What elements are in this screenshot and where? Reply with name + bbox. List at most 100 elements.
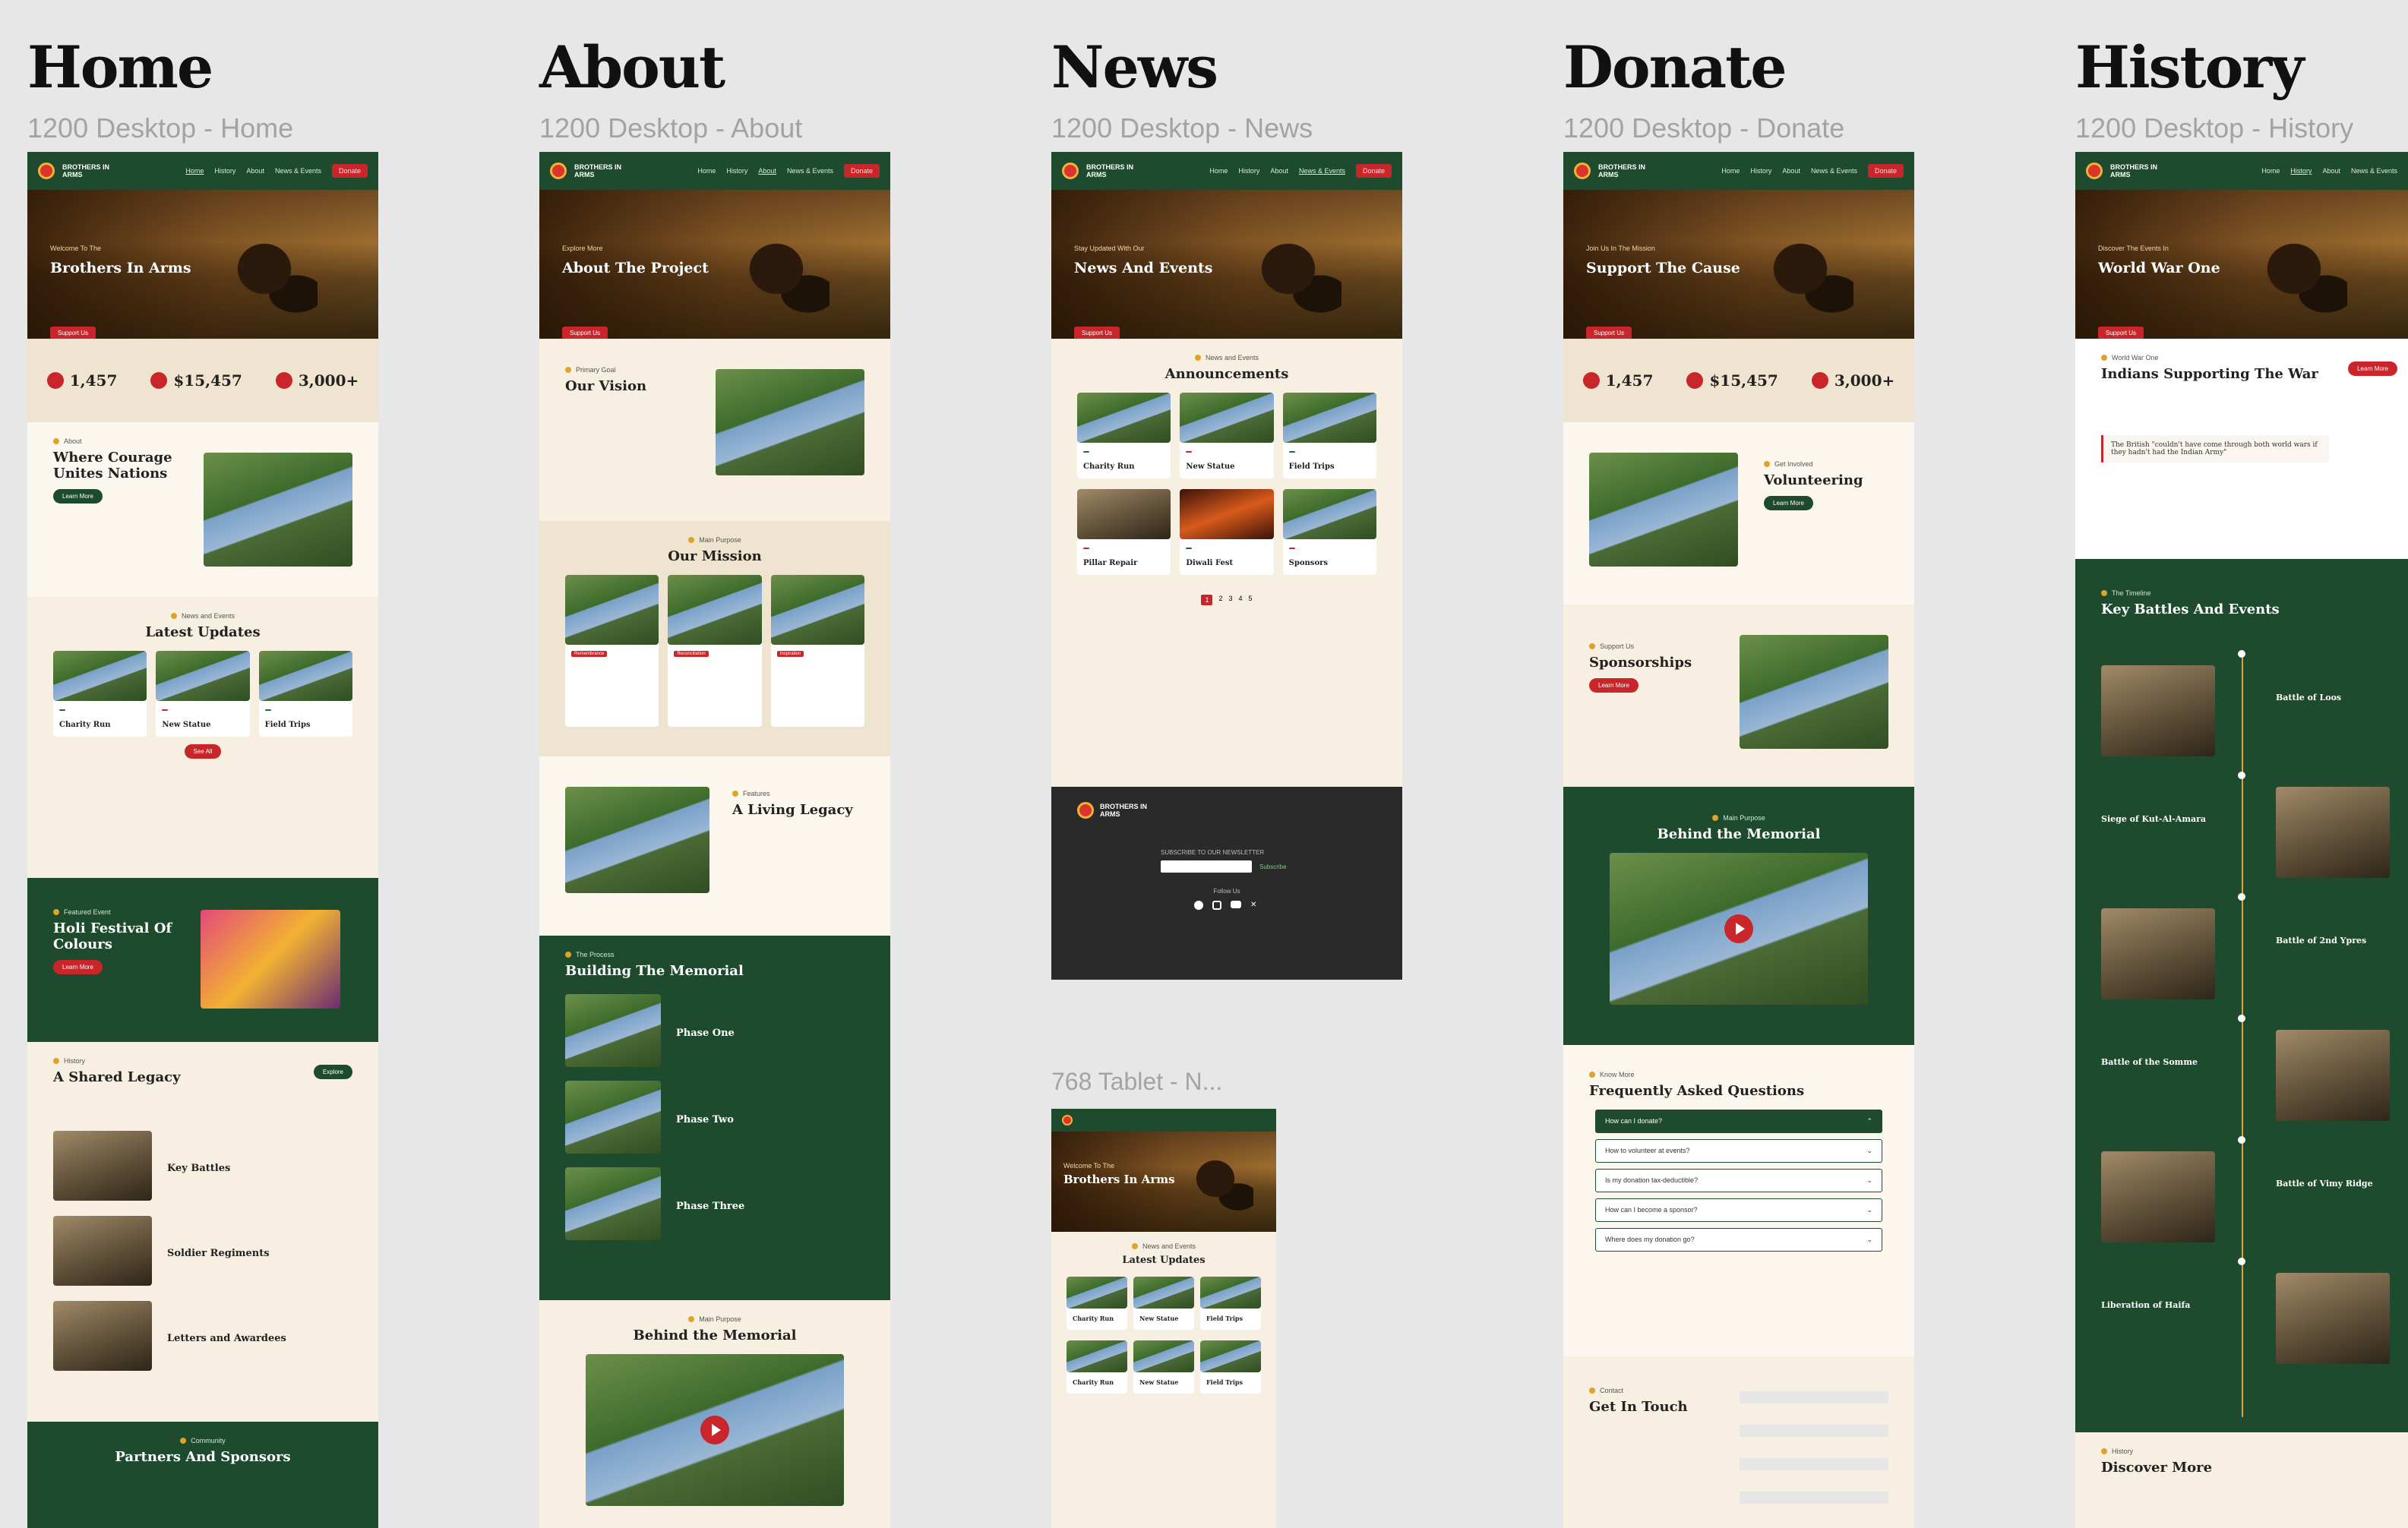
- faq-item[interactable]: How can I donate? ⌃: [1595, 1110, 1882, 1133]
- page-button[interactable]: 3: [1228, 595, 1232, 605]
- nav-bar: [1051, 1109, 1276, 1132]
- tablet-frame[interactable]: Welcome To The Brothers In Arms News and…: [1051, 1109, 1276, 1528]
- memorial-video[interactable]: [1610, 853, 1868, 1005]
- nav-history[interactable]: History: [1238, 167, 1259, 175]
- nav-donate-button[interactable]: Donate: [843, 164, 880, 178]
- news-card[interactable]: Field Trips: [1200, 1277, 1261, 1330]
- explore-button[interactable]: Explore: [313, 1065, 352, 1079]
- section-title: Latest Updates: [145, 624, 261, 640]
- news-card[interactable]: Charity Run: [1067, 1277, 1127, 1330]
- nav-donate-button[interactable]: Donate: [1867, 164, 1904, 178]
- email-field[interactable]: [1740, 1425, 1888, 1437]
- x-icon[interactable]: ✕: [1250, 901, 1259, 910]
- play-icon[interactable]: [700, 1416, 729, 1444]
- nav-about[interactable]: About: [1782, 167, 1800, 175]
- support-button[interactable]: Support Us: [1586, 327, 1632, 339]
- page-button[interactable]: 4: [1239, 595, 1243, 605]
- nav-donate-button[interactable]: Donate: [331, 164, 368, 178]
- nav-home[interactable]: Home: [697, 167, 716, 175]
- news-card[interactable]: Charity Run: [1067, 1340, 1127, 1394]
- learn-more-button[interactable]: Learn More: [53, 489, 103, 504]
- about-frame[interactable]: BROTHERS IN ARMS Home History About News…: [539, 152, 890, 1528]
- support-button[interactable]: Support Us: [2098, 327, 2144, 339]
- phase-title: Phase One: [676, 1027, 735, 1039]
- battle-photo: [2276, 1030, 2390, 1121]
- news-card[interactable]: Charity Run: [53, 651, 147, 737]
- faq-item[interactable]: Where does my donation go? ⌄: [1595, 1228, 1882, 1252]
- nav-history[interactable]: History: [726, 167, 747, 175]
- learn-more-button[interactable]: Learn More: [2348, 361, 2397, 376]
- donate-frame[interactable]: BROTHERS IN ARMS Home History About News…: [1563, 152, 1914, 1528]
- nav-home[interactable]: Home: [185, 167, 204, 175]
- news-card[interactable]: New Statue: [1133, 1277, 1194, 1330]
- news-card[interactable]: Diwali Fest: [1180, 489, 1274, 575]
- nav-donate-button[interactable]: Donate: [1355, 164, 1392, 178]
- news-card[interactable]: Pillar Repair: [1077, 489, 1171, 575]
- faq-item[interactable]: How can I become a sponsor? ⌄: [1595, 1198, 1882, 1222]
- page-button[interactable]: 1: [1201, 595, 1213, 605]
- nav-about[interactable]: About: [758, 167, 776, 175]
- nav-news[interactable]: News & Events: [1299, 167, 1345, 175]
- nav-history[interactable]: History: [214, 167, 235, 175]
- nav-home[interactable]: Home: [1721, 167, 1740, 175]
- news-card[interactable]: New Statue: [1180, 393, 1274, 478]
- subscribe-button[interactable]: Subscribe: [1259, 863, 1287, 870]
- play-icon[interactable]: [1724, 914, 1753, 943]
- nav-news[interactable]: News & Events: [1811, 167, 1857, 175]
- support-button[interactable]: Support Us: [50, 327, 96, 339]
- nav-history[interactable]: History: [2290, 167, 2312, 175]
- history-item[interactable]: Key Battles: [53, 1131, 352, 1201]
- message-field[interactable]: [1740, 1492, 1888, 1504]
- nav-home[interactable]: Home: [1209, 167, 1228, 175]
- page-button[interactable]: 5: [1249, 595, 1253, 605]
- facebook-icon[interactable]: [1194, 901, 1203, 910]
- card-image: [1200, 1277, 1261, 1309]
- news-card[interactable]: Charity Run: [1077, 393, 1171, 478]
- instagram-icon[interactable]: [1212, 901, 1221, 910]
- battle-item[interactable]: Battle of Loos: [2101, 665, 2397, 787]
- nav-news[interactable]: News & Events: [2351, 167, 2397, 175]
- news-card[interactable]: New Statue: [1133, 1340, 1194, 1394]
- memorial-video[interactable]: [586, 1354, 844, 1506]
- faq-item[interactable]: How to volunteer at events? ⌄: [1595, 1139, 1882, 1163]
- see-all-button[interactable]: See All: [184, 744, 222, 759]
- news-card[interactable]: New Statue: [156, 651, 250, 737]
- column-title: Donate: [1563, 33, 1787, 101]
- page-button[interactable]: 2: [1218, 595, 1222, 605]
- support-button[interactable]: Support Us: [562, 327, 608, 339]
- hero-title: Brothers In Arms: [50, 260, 191, 276]
- nav-news[interactable]: News & Events: [787, 167, 833, 175]
- support-button[interactable]: Support Us: [1074, 327, 1120, 339]
- history-frame[interactable]: BROTHERS IN ARMS Home History About News…: [2075, 152, 2408, 1528]
- news-card[interactable]: Sponsors: [1282, 489, 1376, 575]
- faq-item[interactable]: Is my donation tax-deductible? ⌄: [1595, 1169, 1882, 1192]
- home-frame[interactable]: BROTHERS IN ARMS Home History About News…: [27, 152, 378, 1528]
- history-item[interactable]: Letters and Awardees: [53, 1301, 352, 1371]
- newsletter-input[interactable]: [1161, 860, 1252, 873]
- learn-more-button[interactable]: Learn More: [1764, 496, 1813, 510]
- battle-item[interactable]: Battle of Vimy Ridge: [2101, 1151, 2397, 1273]
- section-title: Partners And Sponsors: [115, 1449, 291, 1465]
- youtube-icon[interactable]: [1231, 901, 1241, 908]
- learn-more-button[interactable]: Learn More: [1589, 678, 1639, 693]
- history-item[interactable]: Soldier Regiments: [53, 1216, 352, 1286]
- name-field[interactable]: [1740, 1391, 1888, 1403]
- battle-item[interactable]: Battle of 2nd Ypres: [2101, 908, 2397, 1030]
- news-card[interactable]: Field Trips: [258, 651, 352, 737]
- nav-history[interactable]: History: [1750, 167, 1771, 175]
- battle-item[interactable]: Battle of the Somme: [2101, 1030, 2397, 1151]
- nav-news[interactable]: News & Events: [275, 167, 321, 175]
- nav-about[interactable]: About: [2322, 167, 2340, 175]
- nav-about[interactable]: About: [246, 167, 264, 175]
- nav-about[interactable]: About: [1270, 167, 1288, 175]
- news-card[interactable]: Field Trips: [1200, 1340, 1261, 1394]
- battle-item[interactable]: Siege of Kut-Al-Amara: [2101, 787, 2397, 908]
- eyebrow: News and Events: [1063, 1242, 1264, 1250]
- battle-item[interactable]: Liberation of Haifa: [2101, 1273, 2397, 1394]
- history-photo: [53, 1301, 152, 1371]
- subject-field[interactable]: [1740, 1458, 1888, 1470]
- featured-button[interactable]: Learn More: [53, 960, 103, 974]
- news-frame[interactable]: BROTHERS IN ARMS Home History About News…: [1051, 152, 1402, 980]
- news-card[interactable]: Field Trips: [1282, 393, 1376, 478]
- nav-home[interactable]: Home: [2261, 167, 2280, 175]
